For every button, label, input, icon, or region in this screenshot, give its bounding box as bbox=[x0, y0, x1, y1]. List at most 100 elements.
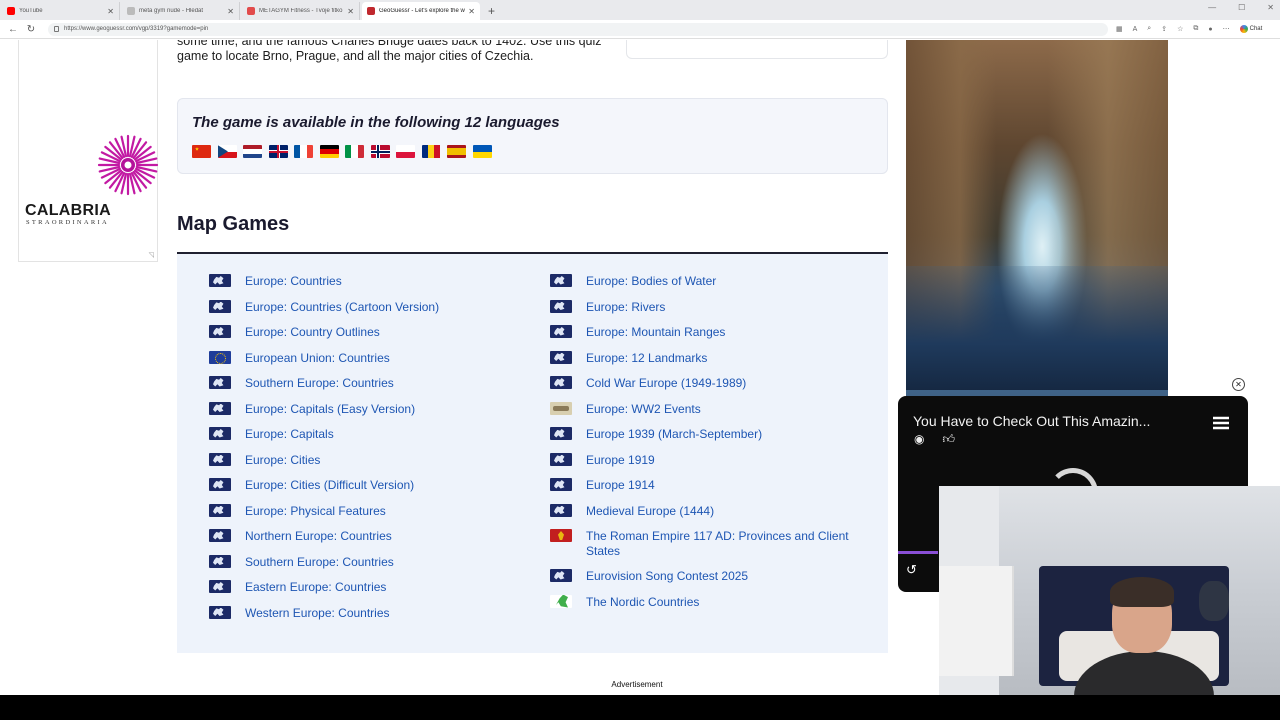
ww2-icon[interactable] bbox=[550, 401, 572, 415]
map-game-link[interactable]: Europe 1919 bbox=[586, 453, 876, 468]
map-game-item[interactable]: Europe: Capitals (Easy Version) bbox=[209, 401, 539, 428]
map-game-item[interactable]: Europe: Cities bbox=[209, 452, 539, 479]
map-game-item[interactable]: Southern Europe: Countries bbox=[209, 376, 539, 402]
browser-tab[interactable]: GeoGuessr - Let's explore the wor ✕ bbox=[362, 2, 480, 20]
eu-map-icon[interactable] bbox=[209, 478, 231, 491]
spanish-flag-icon[interactable] bbox=[447, 145, 466, 158]
browser-tab[interactable]: meta gym nude - Hledat ✕ bbox=[122, 2, 240, 20]
map-game-item[interactable]: Northern Europe: Countries bbox=[209, 529, 539, 555]
browser-tab[interactable]: YouTube ✕ bbox=[2, 2, 120, 20]
map-game-link[interactable]: Cold War Europe (1949-1989) bbox=[586, 376, 876, 391]
browser-tab[interactable]: METAGYM Fitness - Tvoje fitko za ✕ bbox=[242, 2, 360, 20]
ukrainian-flag-icon[interactable] bbox=[472, 145, 492, 158]
share-icon[interactable]: ⇪ bbox=[1161, 25, 1167, 33]
eu-map-icon[interactable] bbox=[209, 401, 231, 415]
zoom-icon[interactable]: ⌕ bbox=[1147, 25, 1151, 33]
eu-map-icon[interactable] bbox=[209, 325, 231, 338]
map-game-link[interactable]: Western Europe: Countries bbox=[245, 606, 535, 621]
map-game-item[interactable]: Eurovision Song Contest 2025 bbox=[550, 569, 880, 595]
map-game-link[interactable]: Europe: Cities bbox=[245, 453, 535, 468]
ad-choices-icon[interactable]: ◹ bbox=[149, 251, 154, 259]
left-advertisement[interactable]: CALABRIA STRAORDINARIA ◹ bbox=[18, 40, 159, 262]
polish-flag-icon[interactable] bbox=[396, 145, 415, 158]
eu-map-icon[interactable] bbox=[550, 503, 572, 517]
czech-flag-icon[interactable] bbox=[217, 145, 237, 158]
map-game-item[interactable]: Europe: Capitals bbox=[209, 427, 539, 453]
map-game-link[interactable]: Europe: Mountain Ranges bbox=[586, 325, 876, 340]
map-game-link[interactable]: Medieval Europe (1444) bbox=[586, 504, 876, 519]
map-game-link[interactable]: Europe: Physical Features bbox=[245, 504, 535, 519]
map-game-item[interactable]: Europe 1914 bbox=[550, 478, 880, 504]
map-game-item[interactable]: Eastern Europe: Countries bbox=[209, 580, 539, 606]
map-game-link[interactable]: European Union: Countries bbox=[245, 351, 535, 366]
map-game-link[interactable]: Europe: Rivers bbox=[586, 300, 876, 315]
map-game-item[interactable]: Southern Europe: Countries bbox=[209, 554, 539, 581]
close-window-icon[interactable]: ✕ bbox=[1267, 3, 1274, 12]
map-game-item[interactable]: Europe: Countries (Cartoon Version) bbox=[209, 299, 539, 326]
map-game-item[interactable]: The Nordic Countries bbox=[550, 594, 880, 621]
map-game-item[interactable]: Europe: Physical Features bbox=[209, 503, 539, 530]
map-game-link[interactable]: The Nordic Countries bbox=[586, 595, 876, 610]
map-game-item[interactable]: Europe: Rivers bbox=[550, 299, 880, 326]
map-game-link[interactable]: Eurovision Song Contest 2025 bbox=[586, 569, 876, 584]
eu-map-icon[interactable] bbox=[550, 376, 572, 389]
eu-map-icon[interactable] bbox=[209, 580, 231, 593]
map-game-item[interactable]: Europe: Mountain Ranges bbox=[550, 325, 880, 351]
eu-map-icon[interactable] bbox=[550, 299, 572, 313]
map-game-link[interactable]: Europe: WW2 Events bbox=[586, 402, 876, 417]
map-game-item[interactable]: Europe: WW2 Events bbox=[550, 401, 880, 428]
eu-map-icon[interactable] bbox=[209, 529, 231, 542]
eu-map-icon[interactable] bbox=[209, 605, 231, 619]
map-game-item[interactable]: Cold War Europe (1949-1989) bbox=[550, 376, 880, 402]
maximize-icon[interactable]: ☐ bbox=[1238, 3, 1245, 12]
eu-map-icon[interactable] bbox=[209, 376, 231, 389]
favorite-icon[interactable]: ☆ bbox=[1177, 25, 1183, 33]
reload-icon[interactable]: ↻ bbox=[26, 24, 36, 35]
eu-map-icon[interactable] bbox=[209, 427, 231, 440]
eu-map-icon[interactable] bbox=[550, 452, 572, 466]
nordic-icon[interactable] bbox=[550, 594, 572, 608]
eu-map-icon[interactable] bbox=[209, 554, 231, 568]
close-tab-icon[interactable]: ✕ bbox=[107, 7, 114, 16]
eu-map-icon[interactable] bbox=[550, 350, 572, 364]
map-game-link[interactable]: Northern Europe: Countries bbox=[245, 529, 535, 544]
map-game-link[interactable]: Southern Europe: Countries bbox=[245, 376, 535, 391]
map-game-item[interactable]: The Roman Empire 117 AD: Provinces and C… bbox=[550, 529, 880, 569]
eu-map-icon[interactable] bbox=[550, 274, 572, 287]
uk-flag-icon[interactable] bbox=[268, 145, 288, 158]
map-game-link[interactable]: Europe: Capitals (Easy Version) bbox=[245, 402, 535, 417]
eye-icon[interactable]: ◉ bbox=[914, 432, 924, 447]
chat-button[interactable]: Chat bbox=[1239, 25, 1262, 33]
map-game-link[interactable]: Europe: Countries bbox=[245, 274, 535, 289]
dutch-flag-icon[interactable] bbox=[243, 145, 262, 158]
map-game-item[interactable]: Europe 1939 (March-September) bbox=[550, 427, 880, 453]
thumbs-up-icon[interactable]: 👍︎ bbox=[942, 432, 955, 447]
romanian-flag-icon[interactable] bbox=[421, 145, 441, 158]
map-game-link[interactable]: Europe 1939 (March-September) bbox=[586, 427, 876, 442]
video-progress-bar[interactable] bbox=[898, 551, 938, 554]
minimize-icon[interactable]: — bbox=[1208, 3, 1216, 12]
map-game-link[interactable]: Europe: 12 Landmarks bbox=[586, 351, 876, 366]
map-game-link[interactable]: Europe: Countries (Cartoon Version) bbox=[245, 300, 535, 315]
profile-icon[interactable]: ● bbox=[1208, 26, 1212, 33]
close-tab-icon[interactable]: ✕ bbox=[227, 7, 234, 16]
china-flag-icon[interactable] bbox=[192, 145, 211, 158]
map-game-link[interactable]: Europe: Country Outlines bbox=[245, 325, 535, 340]
map-game-item[interactable]: Western Europe: Countries bbox=[209, 605, 539, 632]
norwegian-flag-icon[interactable] bbox=[370, 145, 390, 158]
italian-flag-icon[interactable] bbox=[345, 145, 364, 158]
read-aloud-icon[interactable]: A bbox=[1133, 26, 1138, 33]
german-flag-icon[interactable] bbox=[319, 145, 339, 158]
close-tab-icon[interactable]: ✕ bbox=[347, 7, 354, 16]
map-game-link[interactable]: Europe: Bodies of Water bbox=[586, 274, 876, 289]
map-game-item[interactable]: Europe: Cities (Difficult Version) bbox=[209, 478, 539, 504]
map-game-link[interactable]: Europe: Capitals bbox=[245, 427, 535, 442]
map-game-link[interactable]: Europe: Cities (Difficult Version) bbox=[245, 478, 535, 493]
map-game-item[interactable]: Europe: Countries bbox=[209, 274, 539, 300]
replay-icon[interactable]: ↺ bbox=[906, 562, 917, 578]
right-advertisement-image[interactable] bbox=[906, 40, 1168, 396]
collections-icon[interactable]: ⧉ bbox=[1193, 25, 1198, 33]
close-tab-icon[interactable]: ✕ bbox=[468, 7, 475, 16]
french-flag-icon[interactable] bbox=[294, 145, 313, 158]
eu-map-icon[interactable] bbox=[209, 299, 231, 313]
